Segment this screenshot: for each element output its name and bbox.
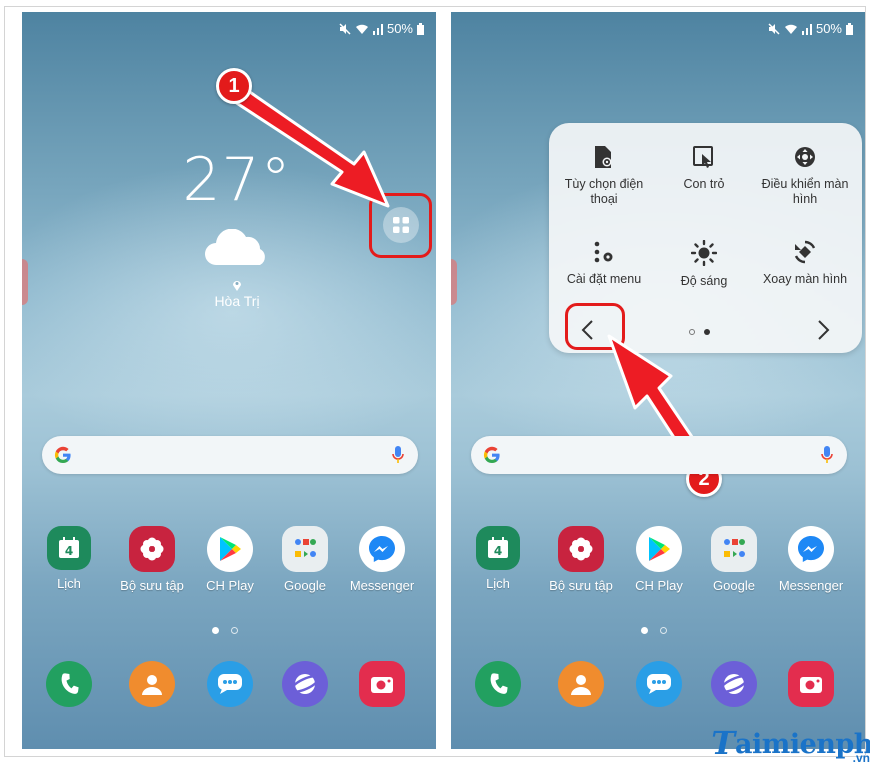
signal-icon xyxy=(372,23,383,35)
mute-icon xyxy=(339,22,351,35)
page-indicator xyxy=(641,627,667,634)
phone-settings-icon xyxy=(595,146,612,168)
google-search-bar[interactable] xyxy=(42,436,418,474)
dock-contacts[interactable] xyxy=(112,661,192,707)
qp-rotate[interactable]: Xoay màn hình xyxy=(757,240,853,287)
dock-messages[interactable] xyxy=(190,661,270,707)
mute-icon xyxy=(768,22,780,35)
app-label: CH Play xyxy=(206,578,254,593)
app-play-store[interactable]: CH Play xyxy=(190,526,270,593)
app-label: Messenger xyxy=(349,578,415,593)
microphone-icon[interactable] xyxy=(821,445,833,465)
app-label: Bộ sưu tập xyxy=(549,578,613,593)
svg-text:4: 4 xyxy=(65,544,73,558)
dock-camera[interactable] xyxy=(771,661,851,707)
cloud-icon xyxy=(205,229,265,265)
internet-icon xyxy=(282,661,328,707)
dock-internet[interactable] xyxy=(694,661,774,707)
app-label: CH Play xyxy=(635,578,683,593)
dock-camera[interactable] xyxy=(342,661,422,707)
dock-internet[interactable] xyxy=(265,661,345,707)
phone-icon xyxy=(46,661,92,707)
battery-icon xyxy=(417,22,424,35)
app-label: Lịch xyxy=(486,576,510,591)
gallery-icon xyxy=(129,526,175,572)
messenger-icon xyxy=(359,526,405,572)
google-logo-icon xyxy=(483,446,500,464)
dock-contacts[interactable] xyxy=(541,661,621,707)
google-search-bar[interactable] xyxy=(471,436,847,474)
camera-icon xyxy=(788,661,834,707)
app-gallery[interactable]: Bộ sưu tập xyxy=(112,526,192,593)
rotate-screen-icon xyxy=(794,240,816,264)
weather-location: Hòa Trị xyxy=(214,293,260,309)
google-folder-icon xyxy=(711,526,757,572)
screen-control-icon xyxy=(795,147,815,167)
taimienphi-logo: Taimienphi .vn xyxy=(711,724,870,765)
messages-icon xyxy=(207,661,253,707)
microphone-icon[interactable] xyxy=(392,445,404,465)
dock-phone[interactable] xyxy=(458,661,538,707)
calendar-icon: 4 xyxy=(47,526,91,570)
app-label: Google xyxy=(284,578,326,593)
step-1-badge: 1 xyxy=(216,68,252,104)
phone-screen-left: 50% 27° Hòa Trị 1 4 Lịch Bộ sưu tập CH P… xyxy=(22,12,436,749)
qp-phone-options[interactable]: Tùy chọn điện thoại xyxy=(556,145,652,207)
menu-settings-icon xyxy=(594,241,613,263)
app-label: Google xyxy=(713,578,755,593)
status-bar: 50% xyxy=(768,21,853,36)
app-gallery[interactable]: Bộ sưu tập xyxy=(541,526,621,593)
qp-screen-control[interactable]: Điều khiển màn hình xyxy=(757,145,853,207)
phone-icon xyxy=(475,661,521,707)
app-google-folder[interactable]: Google xyxy=(265,526,345,593)
location-pin-icon xyxy=(233,281,241,291)
app-label: Bộ sưu tập xyxy=(120,578,184,593)
play-store-icon xyxy=(207,526,253,572)
app-calendar[interactable]: 4 Lịch xyxy=(29,526,109,591)
battery-icon xyxy=(846,22,853,35)
app-label: Messenger xyxy=(778,578,844,593)
gallery-icon xyxy=(558,526,604,572)
arrow-1-icon xyxy=(230,86,390,208)
cursor-icon xyxy=(693,146,713,168)
dock-messages[interactable] xyxy=(619,661,699,707)
app-label: Lịch xyxy=(57,576,81,591)
google-logo-icon xyxy=(54,446,71,464)
page-indicator xyxy=(212,627,238,634)
battery-percent: 50% xyxy=(815,21,842,36)
app-messenger[interactable]: Messenger xyxy=(771,526,851,593)
qp-menu-settings[interactable]: Cài đặt menu xyxy=(556,240,652,287)
google-folder-icon xyxy=(282,526,328,572)
svg-text:4: 4 xyxy=(494,544,502,558)
chevron-right-icon[interactable] xyxy=(815,319,831,341)
dock-phone[interactable] xyxy=(29,661,109,707)
app-play-store[interactable]: CH Play xyxy=(619,526,699,593)
status-bar: 50% xyxy=(339,21,424,36)
wifi-icon xyxy=(784,24,797,34)
calendar-icon: 4 xyxy=(476,526,520,570)
wifi-icon xyxy=(355,24,368,34)
qp-brightness[interactable]: Độ sáng xyxy=(656,240,752,289)
phone-screen-right: 50% Tùy chọn điện thoại Con trỏ Điều khi… xyxy=(451,12,865,749)
contacts-icon xyxy=(558,661,604,707)
battery-percent: 50% xyxy=(386,21,413,36)
app-calendar[interactable]: 4 Lịch xyxy=(458,526,538,591)
qp-pointer[interactable]: Con trỏ xyxy=(656,145,752,192)
edge-panel-handle[interactable] xyxy=(451,259,457,305)
play-store-icon xyxy=(636,526,682,572)
messages-icon xyxy=(636,661,682,707)
camera-icon xyxy=(359,661,405,707)
app-google-folder[interactable]: Google xyxy=(694,526,774,593)
internet-icon xyxy=(711,661,757,707)
edge-panel-handle[interactable] xyxy=(22,259,28,305)
messenger-icon xyxy=(788,526,834,572)
app-messenger[interactable]: Messenger xyxy=(342,526,422,593)
contacts-icon xyxy=(129,661,175,707)
signal-icon xyxy=(801,23,812,35)
brightness-icon xyxy=(691,240,717,266)
